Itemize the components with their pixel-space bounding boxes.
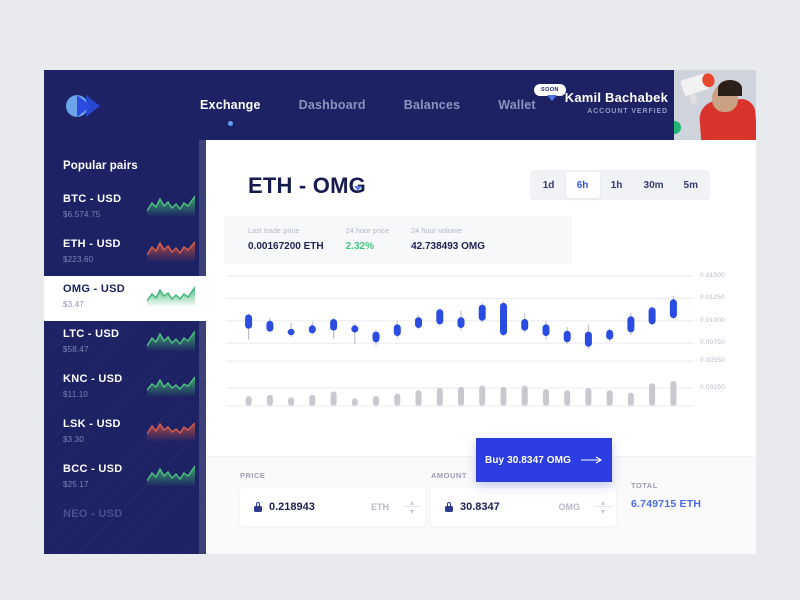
sparkline-up-icon	[147, 195, 195, 217]
nav-item-balances-label: Balances	[403, 98, 461, 112]
nav-item-exchange[interactable]: Exchange	[200, 98, 261, 126]
nav-item-dashboard[interactable]: Dashboard	[299, 98, 366, 112]
chart-y-tick-label: 0.01250	[700, 294, 725, 302]
sidebar-item-ltc-usd[interactable]: LTC - USD $58.47	[44, 321, 206, 366]
amount-input[interactable]: 30.8347 OMG ▴ ▾	[431, 488, 616, 526]
nav-links: Exchange Dashboard Balances Wallet SOON	[200, 70, 566, 140]
account-menu[interactable]: Kamil Bachabek ACCOUNT VERFIED	[546, 90, 668, 115]
sidebar-scrollbar[interactable]	[199, 140, 206, 554]
nav-item-wallet-label: Wallet	[498, 98, 536, 112]
stat-label: Last trade price	[248, 228, 300, 235]
sidebar-item-lsk-usd[interactable]: LSK - USD $3.30	[44, 411, 206, 456]
sidebar: Popular pairs BTC - USD $6.574.75 ETH - …	[44, 140, 206, 554]
amount-unit: OMG	[558, 502, 581, 512]
account-status: ACCOUNT VERFIED	[587, 108, 668, 115]
app-root: Exchange Dashboard Balances Wallet SOON …	[0, 0, 800, 600]
stat-24-hour-volume: 24 hour volume 42.738493 OMG	[411, 228, 485, 252]
price-unit: ETH	[371, 502, 389, 512]
sparkline-down-icon	[147, 241, 195, 262]
chart-y-tick-label: 0.00750	[700, 339, 725, 347]
sidebar-item-btc-usd[interactable]: BTC - USD $6.574.75	[44, 186, 206, 231]
stepper-down-icon[interactable]: ▾	[410, 507, 414, 516]
sidebar-item-omg-usd[interactable]: OMG - USD $3.47	[44, 276, 206, 321]
timeframe-selector: 1d 6h 1h 30m 5m	[529, 170, 710, 200]
chart-y-tick-label: 0.01500	[700, 272, 725, 279]
buy-button-label: Buy 30.8347 OMG	[485, 454, 571, 466]
chart-y-axis-labels: 0.01500 0.01250 0.01000 0.00750 0.00550 0.002…	[684, 270, 756, 430]
price-value: 0.218943	[269, 501, 315, 513]
chevron-down-icon	[546, 95, 557, 101]
timeframe-1d[interactable]: 1d	[532, 172, 566, 198]
arrow-right-icon	[580, 456, 603, 464]
stepper-down-icon[interactable]: ▾	[601, 507, 605, 516]
total-label: TOTAL	[631, 481, 658, 490]
sparkline-up-icon	[147, 376, 195, 397]
sparkline-down-icon	[147, 422, 195, 442]
stat-label: 24 hour volume	[411, 228, 463, 235]
logo-chevron-secondary-icon	[86, 95, 100, 117]
stat-value: 2.32%	[345, 241, 374, 252]
brand-logo[interactable]	[62, 92, 120, 120]
candlestick-chart	[224, 270, 756, 430]
price-input[interactable]: 0.218943 ETH ▴ ▾	[240, 488, 425, 526]
sidebar-item-knc-usd[interactable]: KNC - USD $11.10	[44, 366, 206, 411]
timeframe-30m[interactable]: 30m	[634, 172, 674, 198]
total-value: 6.749715 ETH	[631, 498, 702, 510]
chart-y-tick-label: 0.00550	[700, 357, 725, 365]
nav-item-dashboard-label: Dashboard	[298, 98, 366, 112]
stat-value: 42.738493 OMG	[411, 241, 486, 252]
avatar-person-hair	[718, 80, 742, 96]
lock-icon	[445, 502, 453, 512]
page-title: ETH - OMG	[248, 173, 366, 198]
top-navigation-bar: Exchange Dashboard Balances Wallet SOON …	[44, 70, 756, 140]
chart-y-tick-label: 0.00250	[700, 384, 725, 391]
nav-item-exchange-label: Exchange	[200, 98, 261, 112]
sidebar-title: Popular pairs	[63, 160, 138, 172]
stat-label: 24 hour price	[345, 228, 390, 235]
total-group: TOTAL 6.749715 ETH	[631, 481, 701, 510]
market-stats-bar: Last trade price 0.00167200 ETH 24 hour …	[224, 216, 572, 264]
nav-item-balances[interactable]: Balances	[404, 98, 461, 112]
price-field-group: PRICE 0.218943 ETH ▴ ▾	[240, 471, 425, 526]
sidebar-item-eth-usd[interactable]: ETH - USD $223.60	[44, 231, 206, 276]
buy-button[interactable]: Buy 30.8347 OMG	[476, 438, 612, 482]
stat-value: 0.00167200 ETH	[248, 241, 324, 252]
price-label: PRICE	[240, 471, 266, 480]
avatar[interactable]	[674, 70, 756, 140]
chart-y-tick-label: 0.01000	[700, 316, 725, 324]
timeframe-5m[interactable]: 5m	[674, 172, 708, 198]
account-name: Kamil Bachabek	[564, 90, 668, 105]
amount-value: 30.8347	[460, 501, 500, 513]
chart-svg	[226, 275, 694, 407]
pair-selector-chevron-down-icon[interactable]	[354, 186, 362, 191]
stepper-up-icon[interactable]: ▴	[601, 498, 605, 507]
popular-pairs-list: BTC - USD $6.574.75 ETH - USD $223.60 OM…	[44, 186, 206, 546]
stat-24-hour-price: 24 hour price 2.32%	[346, 228, 389, 252]
pair-name: NEO - USD	[63, 508, 123, 520]
lock-icon	[254, 502, 262, 512]
exchange-window: Exchange Dashboard Balances Wallet SOON …	[44, 70, 756, 554]
nav-item-wallet[interactable]: Wallet SOON	[498, 84, 566, 112]
sparkline-up-icon	[147, 330, 195, 352]
timeframe-6h[interactable]: 6h	[565, 172, 600, 198]
sidebar-item-neo-usd[interactable]: NEO - USD	[44, 501, 206, 546]
sparkline-up-icon	[147, 465, 195, 487]
sparkline-up-icon	[147, 286, 195, 307]
stepper-up-icon[interactable]: ▴	[410, 498, 414, 507]
price-stepper[interactable]: ▴ ▾	[399, 488, 425, 526]
main-panel: ETH - OMG 1d 6h 1h 30m 5m Last trade pri…	[206, 140, 756, 554]
avatar-photo	[674, 70, 756, 140]
sidebar-item-bcc-usd[interactable]: BCC - USD $25.17	[44, 456, 206, 501]
timeframe-1h[interactable]: 1h	[600, 172, 634, 198]
stat-last-trade-price: Last trade price 0.00167200 ETH	[248, 228, 324, 252]
amount-stepper[interactable]: ▴ ▾	[590, 488, 616, 526]
